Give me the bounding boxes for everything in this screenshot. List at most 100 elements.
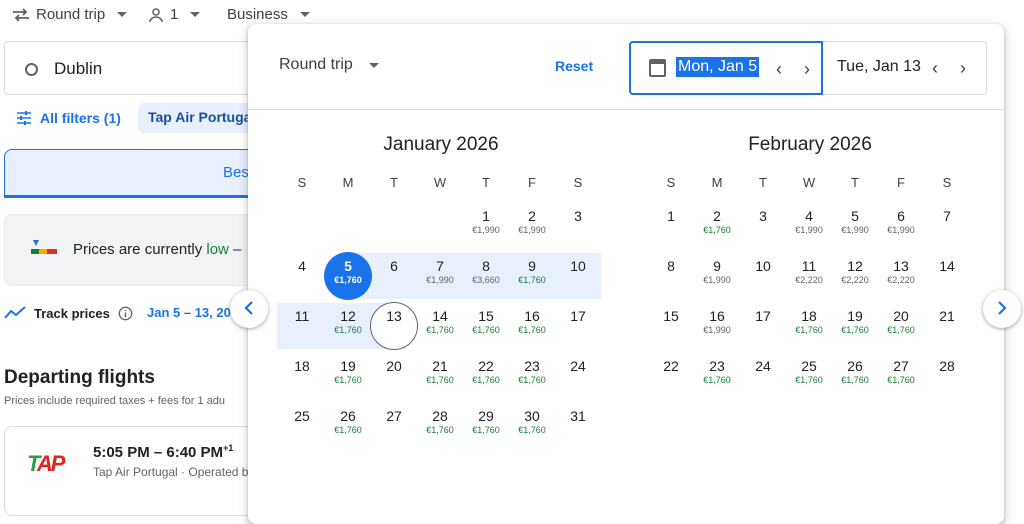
calendar-day[interactable]: 14 €1,760 (417, 301, 463, 351)
calendar-day[interactable]: 3 (555, 201, 601, 251)
reset-button[interactable]: Reset (555, 58, 593, 74)
calendar-day[interactable]: 11 €2,220 (786, 251, 832, 301)
track-prices[interactable]: Track prices (4, 302, 133, 324)
departure-prev-day-button[interactable]: ‹ (769, 59, 789, 79)
calendar-day[interactable]: 25 (279, 401, 325, 451)
day-number: 22 (663, 358, 679, 374)
calendar-day[interactable]: 22 (648, 351, 694, 401)
calendar-day[interactable]: 5 €1,990 (832, 201, 878, 251)
calendar-day[interactable]: 31 (555, 401, 601, 451)
calendar-day[interactable]: 2 €1,990 (509, 201, 555, 251)
calendar-day[interactable]: 5 €1,760 (325, 251, 371, 301)
day-number: 28 (432, 408, 448, 424)
return-next-day-button[interactable]: › (953, 58, 973, 78)
calendar-day[interactable]: 2 €1,760 (694, 201, 740, 251)
day-number: 31 (570, 408, 586, 424)
calendar-day[interactable]: 26 €1,760 (832, 351, 878, 401)
return-date-field[interactable]: Tue, Jan 13 ‹ › (823, 41, 987, 95)
calendar-day[interactable]: 14 (924, 251, 970, 301)
day-number: 23 (709, 358, 725, 374)
calendar-day[interactable]: 9 €1,990 (694, 251, 740, 301)
calendar-day[interactable]: 1 €1,990 (463, 201, 509, 251)
calendar-day[interactable]: 6 €1,990 (878, 201, 924, 251)
calendar-day[interactable]: 27 €1,760 (878, 351, 924, 401)
calendar-day[interactable]: 18 (279, 351, 325, 401)
day-price: €1,760 (518, 325, 546, 335)
calendar-day[interactable]: 26 €1,760 (325, 401, 371, 451)
date-picker-header: Round trip Reset Mon, Jan 5 ‹ › Tue, Jan… (248, 24, 1004, 110)
calendar-day[interactable]: 18 €1,760 (786, 301, 832, 351)
tap-logo-icon: TAP (27, 451, 65, 476)
calendar-day[interactable]: 23 €1,760 (694, 351, 740, 401)
day-number: 14 (432, 308, 448, 324)
calendar-day[interactable]: 19 €1,760 (325, 351, 371, 401)
calendar-day[interactable]: 21 (924, 301, 970, 351)
day-number: 15 (663, 308, 679, 324)
cabin-class-select[interactable]: Business (227, 6, 310, 23)
calendar-day[interactable]: 10 (740, 251, 786, 301)
return-prev-day-button[interactable]: ‹ (925, 58, 945, 78)
month-grid-january: 1 €1,990 2 €1,990 3 4 5 €1,760 6 7 €1,990 8 €3,660 9 €… (277, 201, 601, 461)
calendar-day[interactable]: 12 €1,760 (325, 301, 371, 351)
calendar-day[interactable]: 7 (924, 201, 970, 251)
calendar-day[interactable]: 1 (648, 201, 694, 251)
day-price: €1,760 (334, 325, 362, 335)
calendar-day[interactable]: 28 €1,760 (417, 401, 463, 451)
calendar-day[interactable]: 4 (279, 251, 325, 301)
calendar-day[interactable]: 23 €1,760 (509, 351, 555, 401)
trip-type-select[interactable]: Round trip (12, 6, 128, 23)
calendar-day[interactable]: 30 €1,760 (509, 401, 555, 451)
price-level-icon (31, 240, 57, 254)
calendar-day[interactable]: 19 €1,760 (832, 301, 878, 351)
calendar-day[interactable]: 15 €1,760 (463, 301, 509, 351)
calendar-day[interactable]: 10 (555, 251, 601, 301)
calendar-day[interactable]: 16 €1,990 (694, 301, 740, 351)
weekday-label: T (851, 175, 859, 190)
info-icon[interactable] (118, 306, 133, 321)
trend-icon (4, 306, 26, 319)
calendar-day[interactable]: 7 €1,990 (417, 251, 463, 301)
departure-next-day-button[interactable]: › (797, 59, 817, 79)
calendar-day[interactable]: 17 (740, 301, 786, 351)
calendar-day[interactable]: 12 €2,220 (832, 251, 878, 301)
calendar-day[interactable]: 24 (555, 351, 601, 401)
calendar-day[interactable]: 4 €1,990 (786, 201, 832, 251)
calendar-day[interactable]: 22 €1,760 (463, 351, 509, 401)
calendar-day[interactable]: 11 (279, 301, 325, 351)
day-price: €1,760 (426, 375, 454, 385)
day-price: €2,220 (795, 275, 823, 285)
calendar-day[interactable]: 27 (371, 401, 417, 451)
all-filters-button[interactable]: All filters (1) (10, 104, 127, 132)
previous-month-button[interactable] (230, 290, 268, 328)
passengers-select[interactable]: 1 (148, 6, 201, 23)
calendar-day[interactable]: 13 (371, 301, 417, 351)
calendar-day[interactable]: 28 (924, 351, 970, 401)
next-month-button[interactable] (983, 290, 1021, 328)
calendar-day[interactable]: 3 (740, 201, 786, 251)
day-number: 1 (667, 208, 675, 224)
calendar-day[interactable]: 29 €1,760 (463, 401, 509, 451)
calendar-day[interactable]: 15 (648, 301, 694, 351)
calendar-day[interactable]: 9 €1,760 (509, 251, 555, 301)
calendar-day[interactable]: 25 €1,760 (786, 351, 832, 401)
calendar-day[interactable]: 21 €1,760 (417, 351, 463, 401)
day-price: €1,990 (703, 325, 731, 335)
picker-trip-type-select[interactable]: Round trip (279, 56, 379, 74)
calendar-day[interactable]: 24 (740, 351, 786, 401)
departure-date-field[interactable]: Mon, Jan 5 ‹ › (629, 41, 823, 95)
calendar-day[interactable]: 20 €1,760 (878, 301, 924, 351)
calendar-day[interactable]: 20 (371, 351, 417, 401)
calendar-day[interactable]: 8 (648, 251, 694, 301)
calendar-day[interactable]: 13 €2,220 (878, 251, 924, 301)
calendar-day[interactable]: 8 €3,660 (463, 251, 509, 301)
day-price: €1,760 (472, 425, 500, 435)
calendar-day[interactable]: 6 (371, 251, 417, 301)
calendar-day[interactable]: 17 (555, 301, 601, 351)
day-price: €1,760 (334, 275, 362, 285)
day-number: 14 (939, 258, 955, 274)
passengers-count: 1 (170, 6, 179, 23)
date-picker-dialog: Round trip Reset Mon, Jan 5 ‹ › Tue, Jan… (248, 24, 1004, 524)
weekday-label: W (433, 175, 447, 190)
day-number: 2 (528, 208, 536, 224)
calendar-day[interactable]: 16 €1,760 (509, 301, 555, 351)
